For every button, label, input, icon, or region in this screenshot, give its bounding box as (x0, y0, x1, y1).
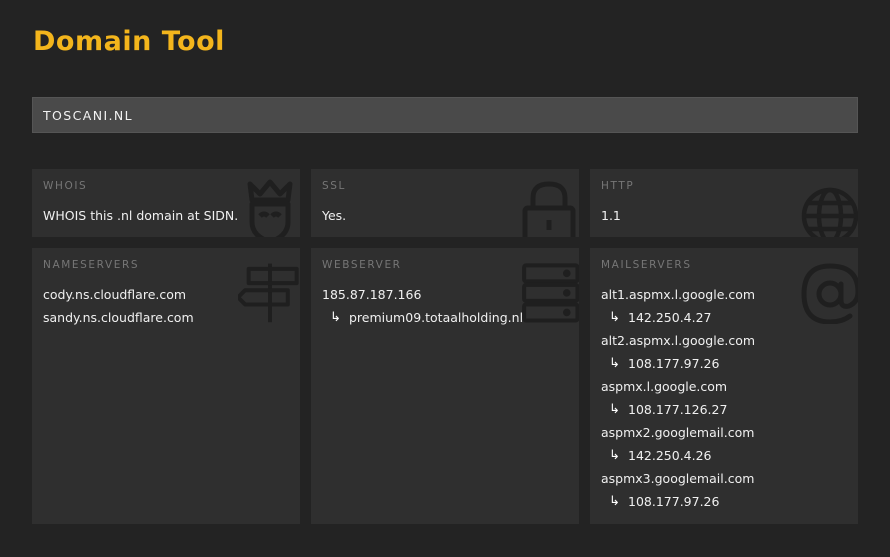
mailserver-host[interactable]: alt1.aspmx.l.google.com (601, 286, 847, 309)
nameserver-item[interactable]: cody.ns.cloudflare.com (43, 286, 289, 309)
mailserver-host[interactable]: aspmx3.googlemail.com (601, 470, 847, 493)
domain-search-input[interactable] (32, 97, 858, 133)
whois-card: WHOIS WHOIS this .nl domain at SIDN. (32, 169, 300, 237)
reply-arrow-icon: ↳ (609, 310, 620, 325)
ssl-card: SSL Yes. (311, 169, 579, 237)
webserver-host[interactable]: premium09.totaalholding.nl (349, 309, 523, 327)
reply-arrow-icon: ↳ (609, 402, 620, 417)
mailserver-host[interactable]: alt2.aspmx.l.google.com (601, 332, 847, 355)
webserver-label: WEBSERVER (322, 259, 402, 271)
reply-arrow-icon: ↳ (609, 356, 620, 371)
nameservers-card: NAMESERVERS cody.ns.cloudflare.com sandy… (32, 248, 300, 524)
mailserver-ip[interactable]: 108.177.97.26 (628, 493, 719, 511)
ssl-value: Yes. (322, 208, 347, 223)
mailserver-ip-row: ↳ 108.177.97.26 (601, 355, 847, 378)
page-title: Domain Tool (33, 26, 225, 57)
mailserver-ip-row: ↳ 108.177.126.27 (601, 401, 847, 424)
ssl-label: SSL (322, 180, 346, 192)
domain-tool-app: Domain Tool WHOIS WHOIS this .nl domain … (0, 0, 890, 557)
http-version: 1.1 (601, 208, 621, 223)
mailserver-ip-row: ↳ 142.250.4.27 (601, 309, 847, 332)
whois-label: WHOIS (43, 180, 88, 192)
mailserver-host[interactable]: aspmx2.googlemail.com (601, 424, 847, 447)
mailservers-card: MAILSERVERS alt1.aspmx.l.google.com ↳ 14… (590, 248, 858, 524)
mailserver-host[interactable]: aspmx.l.google.com (601, 378, 847, 401)
mailserver-ip[interactable]: 142.250.4.26 (628, 447, 712, 465)
mailserver-ip[interactable]: 108.177.97.26 (628, 355, 719, 373)
nameservers-label: NAMESERVERS (43, 259, 140, 271)
webserver-ip[interactable]: 185.87.187.166 (322, 286, 568, 309)
webserver-card: WEBSERVER 185.87.187.166 ↳ premium09.tot… (311, 248, 579, 524)
reply-arrow-icon: ↳ (330, 310, 341, 325)
nameserver-item[interactable]: sandy.ns.cloudflare.com (43, 309, 289, 332)
mailserver-ip[interactable]: 108.177.126.27 (628, 401, 727, 419)
mailservers-label: MAILSERVERS (601, 259, 692, 271)
webserver-host-row: ↳ premium09.totaalholding.nl (322, 309, 568, 332)
http-card: HTTP 1.1 (590, 169, 858, 237)
whois-text[interactable]: WHOIS this .nl domain at SIDN. (43, 207, 289, 230)
reply-arrow-icon: ↳ (609, 494, 620, 509)
mailserver-ip[interactable]: 142.250.4.27 (628, 309, 712, 327)
mailserver-ip-row: ↳ 108.177.97.26 (601, 493, 847, 516)
reply-arrow-icon: ↳ (609, 448, 620, 463)
mailserver-ip-row: ↳ 142.250.4.26 (601, 447, 847, 470)
http-label: HTTP (601, 180, 635, 192)
